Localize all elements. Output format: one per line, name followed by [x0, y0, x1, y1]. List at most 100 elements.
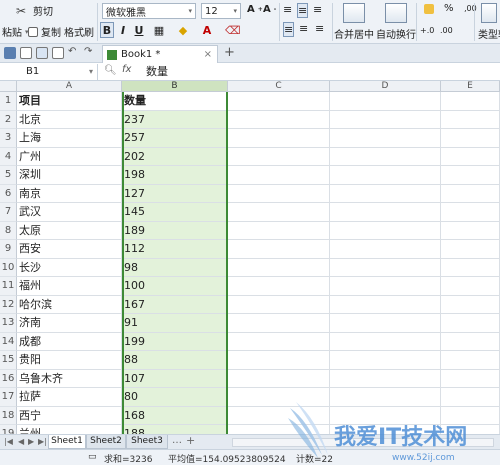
cell-d[interactable] — [330, 295, 441, 314]
cell-e[interactable] — [441, 277, 500, 296]
cell-c[interactable] — [228, 92, 330, 111]
cell-d[interactable] — [330, 203, 441, 222]
cell-d[interactable] — [330, 184, 441, 203]
copy-button[interactable]: 复制 — [28, 24, 61, 39]
cell-e[interactable] — [441, 369, 500, 388]
first-sheet-icon[interactable]: |◀ — [4, 437, 13, 446]
next-sheet-icon[interactable]: ▶ — [28, 437, 34, 446]
redo-icon[interactable]: ↷ — [84, 47, 96, 59]
cell-e[interactable] — [441, 147, 500, 166]
cell-a[interactable]: 深圳 — [17, 166, 122, 185]
align-left-icon[interactable]: ≡ — [283, 22, 295, 37]
cell-a[interactable]: 太原 — [17, 221, 122, 240]
cell-c[interactable] — [228, 258, 330, 277]
cell-a[interactable]: 长沙 — [17, 258, 122, 277]
decrease-font-icon[interactable]: A- — [263, 4, 276, 15]
cell-e[interactable] — [441, 203, 500, 222]
font-color-icon[interactable]: A — [200, 22, 214, 38]
cell-e[interactable] — [441, 221, 500, 240]
tab-sheet2[interactable]: Sheet2 — [86, 435, 126, 449]
cell-e[interactable] — [441, 388, 500, 407]
align-bottom-icon[interactable]: ≡ — [313, 3, 322, 16]
cell-a[interactable]: 西安 — [17, 240, 122, 259]
cell-a[interactable]: 贵阳 — [17, 351, 122, 370]
font-name-select[interactable]: 微软雅黑 ▾ — [102, 3, 196, 19]
currency-icon[interactable] — [424, 4, 434, 14]
cell-e[interactable] — [441, 240, 500, 259]
column-header-b[interactable]: B — [122, 81, 228, 92]
cell-d[interactable] — [330, 369, 441, 388]
horizontal-scrollbar[interactable] — [232, 438, 494, 447]
row-header[interactable]: 13 — [0, 314, 17, 333]
cell-c[interactable] — [228, 369, 330, 388]
cell-c[interactable] — [228, 314, 330, 333]
cell-b[interactable]: 112 — [122, 240, 228, 259]
decrease-decimal-icon[interactable]: .00 — [440, 26, 453, 35]
cell-d[interactable] — [330, 166, 441, 185]
cell-c[interactable] — [228, 277, 330, 296]
column-header-c[interactable]: C — [228, 81, 330, 92]
cell-e[interactable] — [441, 295, 500, 314]
cell-d[interactable] — [330, 258, 441, 277]
cell-c[interactable] — [228, 388, 330, 407]
tab-book1[interactable]: Book1 * × — [102, 45, 218, 63]
auto-wrap-button[interactable]: 自动换行 — [376, 3, 416, 41]
cell-b[interactable]: 100 — [122, 277, 228, 296]
column-header-e[interactable]: E — [441, 81, 500, 92]
cell-d[interactable] — [330, 129, 441, 148]
cell-e[interactable] — [441, 92, 500, 111]
cell-d[interactable] — [330, 147, 441, 166]
print-preview-icon[interactable] — [52, 47, 64, 59]
underline-button[interactable]: U — [132, 22, 146, 38]
cell-b[interactable]: 168 — [122, 406, 228, 425]
new-tab-icon[interactable]: + — [224, 45, 235, 60]
cell-c[interactable] — [228, 147, 330, 166]
row-header[interactable]: 10 — [0, 258, 17, 277]
align-center-icon[interactable]: ≡ — [299, 22, 308, 35]
bold-button[interactable]: B — [100, 22, 114, 38]
percent-button[interactable]: % — [444, 3, 454, 14]
cell-e[interactable] — [441, 332, 500, 351]
increase-font-icon[interactable]: A + — [247, 4, 263, 15]
zoom-search-icon[interactable]: 🔍︎ — [104, 65, 117, 76]
cell-a[interactable]: 上海 — [17, 129, 122, 148]
cell-c[interactable] — [228, 203, 330, 222]
cell-b[interactable]: 98 — [122, 258, 228, 277]
cell-b[interactable]: 199 — [122, 332, 228, 351]
cell-c[interactable] — [228, 166, 330, 185]
cell-e[interactable] — [441, 314, 500, 333]
type-convert-button[interactable]: 类型转换 — [478, 3, 500, 41]
cell-a[interactable]: 广州 — [17, 147, 122, 166]
fill-color-icon[interactable]: ◆ — [176, 22, 190, 38]
row-header[interactable]: 9 — [0, 240, 17, 259]
print-icon[interactable] — [36, 47, 48, 59]
cell-d[interactable] — [330, 314, 441, 333]
close-icon[interactable]: × — [204, 49, 212, 60]
cell-b[interactable]: 257 — [122, 129, 228, 148]
name-box[interactable]: B1 ▾ — [0, 64, 98, 80]
align-right-icon[interactable]: ≡ — [315, 22, 324, 35]
clear-format-icon[interactable]: ⌫ — [224, 22, 241, 38]
align-top-icon[interactable]: ≡ — [283, 3, 292, 16]
row-header[interactable]: 8 — [0, 221, 17, 240]
border-icon[interactable]: ▦ — [152, 22, 166, 38]
cell-b[interactable]: 80 — [122, 388, 228, 407]
more-sheets-button[interactable]: … — [172, 435, 182, 446]
cell-e[interactable] — [441, 258, 500, 277]
cell-e[interactable] — [441, 166, 500, 185]
row-header[interactable]: 16 — [0, 369, 17, 388]
cell-a[interactable]: 项目 — [17, 92, 122, 111]
cell-b[interactable]: 198 — [122, 166, 228, 185]
paste-button[interactable]: 粘贴 ▾ — [2, 24, 29, 40]
cell-a[interactable]: 北京 — [17, 110, 122, 129]
cell-b[interactable]: 107 — [122, 369, 228, 388]
cell-a[interactable]: 拉萨 — [17, 388, 122, 407]
row-header[interactable]: 3 — [0, 129, 17, 148]
cell-e[interactable] — [441, 129, 500, 148]
cell-c[interactable] — [228, 129, 330, 148]
row-header[interactable]: 1 — [0, 92, 17, 111]
cell-a[interactable]: 西宁 — [17, 406, 122, 425]
cell-c[interactable] — [228, 184, 330, 203]
cell-e[interactable] — [441, 406, 500, 425]
column-header-a[interactable]: A — [17, 81, 122, 92]
